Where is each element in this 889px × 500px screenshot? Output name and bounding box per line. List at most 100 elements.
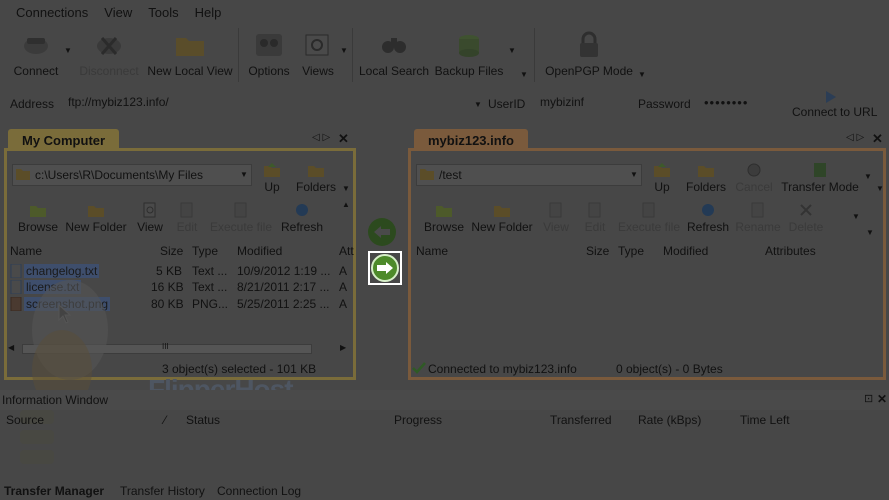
col-attr[interactable]: Att xyxy=(339,244,354,258)
right-browse-button[interactable]: Browse xyxy=(420,198,468,236)
new-local-view-button[interactable]: New Local View xyxy=(146,24,234,84)
views-icon xyxy=(302,30,334,60)
left-view-button[interactable]: View xyxy=(134,198,166,236)
path-dropdown-icon[interactable]: ▼ xyxy=(240,170,248,179)
userid-input[interactable]: mybizinf xyxy=(540,95,584,109)
col-attributes[interactable]: Attributes xyxy=(765,244,816,258)
cancel-icon xyxy=(745,162,763,178)
right-folders-button[interactable]: Folders xyxy=(682,156,730,196)
pane-nav-icon[interactable]: ◁ ▷ xyxy=(312,132,330,143)
transfer-list-header: Source ⁄ Status Progress Transferred Rat… xyxy=(0,410,889,430)
address-dropdown-icon[interactable]: ▼ xyxy=(474,100,482,110)
right-rename-button[interactable]: Rename xyxy=(734,198,782,236)
col-source[interactable]: Source xyxy=(6,413,44,427)
options-button[interactable]: Options xyxy=(244,24,294,84)
menu-view[interactable]: View xyxy=(96,5,140,20)
left-browse-button[interactable]: Browse xyxy=(14,198,62,236)
address-input[interactable]: ftp://mybiz123.info/ xyxy=(68,95,169,109)
transfer-right-button[interactable] xyxy=(371,254,399,282)
close-icon[interactable]: ✕ xyxy=(338,131,349,147)
left-toolbar-scroll-icon[interactable]: ▲ xyxy=(342,200,350,209)
disconnect-button[interactable]: Disconnect xyxy=(76,24,142,84)
menu-tools[interactable]: Tools xyxy=(140,5,186,20)
views-dropdown-icon[interactable]: ▼ xyxy=(340,46,348,56)
menu-connections[interactable]: Connections xyxy=(8,5,96,20)
right-up-button[interactable]: Up xyxy=(648,156,676,196)
right-execute-file-button[interactable]: Execute file xyxy=(616,198,682,236)
right-new-folder-button[interactable]: New Folder xyxy=(470,198,534,236)
left-folders-button[interactable]: Folders xyxy=(292,156,340,196)
close-icon-right[interactable]: ✕ xyxy=(872,131,883,147)
left-new-folder-button[interactable]: New Folder xyxy=(64,198,128,236)
arrow-right-icon xyxy=(377,262,393,274)
col-name[interactable]: Name xyxy=(10,244,42,258)
col-status[interactable]: Status xyxy=(186,413,220,427)
right-toolbar-overflow-icon[interactable]: ▼ xyxy=(866,228,874,237)
folder-icon xyxy=(16,169,30,180)
rename-icon xyxy=(749,202,767,218)
browse-icon xyxy=(29,202,47,218)
transfer-mode-dropdown-icon[interactable]: ▼ xyxy=(864,172,872,181)
information-window-titlebar: Information Window ⊡ ✕ xyxy=(0,390,889,410)
col-type[interactable]: Type xyxy=(618,244,644,258)
col-name[interactable]: Name xyxy=(416,244,448,258)
password-input[interactable]: •••••••• xyxy=(704,95,748,110)
remote-path-select[interactable]: /test xyxy=(416,164,642,186)
left-refresh-button[interactable]: Refresh xyxy=(278,198,326,236)
right-toolbar-dropdown-icon[interactable]: ▼ xyxy=(852,212,860,221)
scroll-right-icon[interactable]: ▶ xyxy=(340,343,346,352)
right-edit-button[interactable]: Edit xyxy=(580,198,610,236)
pin-icon[interactable]: ⊡ xyxy=(864,392,873,405)
close-icon-info[interactable]: ✕ xyxy=(877,392,887,406)
openpgp-mode-button[interactable]: OpenPGP Mode xyxy=(544,24,634,84)
left-execute-file-button[interactable]: Execute file xyxy=(208,198,274,236)
col-modified[interactable]: Modified xyxy=(663,244,708,258)
connect-button[interactable]: Connect xyxy=(10,24,62,84)
col-size[interactable]: Size xyxy=(586,244,609,258)
connect-to-url-button[interactable]: Connect to URL xyxy=(788,88,878,120)
views-button[interactable]: Views xyxy=(298,24,338,84)
left-overflow-icon[interactable]: ▼ xyxy=(342,184,350,193)
col-transferred[interactable]: Transferred xyxy=(550,413,612,427)
remote-path-dropdown-icon[interactable]: ▼ xyxy=(630,170,638,179)
tab-transfer-manager[interactable]: Transfer Manager xyxy=(4,484,104,498)
col-type[interactable]: Type xyxy=(192,244,218,258)
backup-files-button[interactable]: Backup Files xyxy=(434,24,504,84)
folders-icon xyxy=(307,162,325,178)
connect-dropdown-icon[interactable]: ▼ xyxy=(64,46,72,56)
left-up-button[interactable]: Up xyxy=(258,156,286,196)
tab-connection-log[interactable]: Connection Log xyxy=(217,484,301,498)
col-modified[interactable]: Modified xyxy=(237,244,282,258)
backup-dropdown-icon[interactable]: ▼ xyxy=(508,46,516,56)
toolbar-separator xyxy=(238,28,239,82)
col-time-left[interactable]: Time Left xyxy=(740,413,790,427)
col-size[interactable]: Size xyxy=(160,244,183,258)
delete-icon xyxy=(797,202,815,218)
tab-transfer-history[interactable]: Transfer History xyxy=(120,484,205,498)
local-search-button[interactable]: Local Search xyxy=(359,24,429,84)
right-refresh-button[interactable]: Refresh xyxy=(686,198,730,236)
toolbar-overflow-icon-2[interactable]: ▼ xyxy=(638,70,646,80)
userid-label: UserID xyxy=(488,97,526,111)
toolbar-overflow-icon[interactable]: ▼ xyxy=(520,70,528,80)
right-view-button[interactable]: View xyxy=(540,198,572,236)
left-list-header: Name Size Type Modified Att xyxy=(8,241,354,261)
backup-icon xyxy=(453,30,485,60)
right-overflow-icon[interactable]: ▼ xyxy=(876,184,884,193)
refresh-icon xyxy=(699,202,717,218)
binoculars-icon xyxy=(378,30,410,60)
left-edit-button[interactable]: Edit xyxy=(172,198,202,236)
edit-icon xyxy=(586,202,604,218)
transfer-mode-button[interactable]: Transfer Mode xyxy=(778,156,862,196)
flipperhost-mascot-logo xyxy=(10,260,130,490)
transfer-left-button[interactable] xyxy=(368,218,396,246)
pane-nav-icon-right[interactable]: ◁ ▷ xyxy=(846,132,864,143)
address-bar: Address ftp://mybiz123.info/ ▼ UserID my… xyxy=(0,88,889,122)
local-path-select[interactable]: c:\Users\R\Documents\My Files xyxy=(12,164,252,186)
col-rate[interactable]: Rate (kBps) xyxy=(638,413,701,427)
right-cancel-button[interactable]: Cancel xyxy=(734,156,774,196)
folder-icon xyxy=(174,30,206,60)
menu-help[interactable]: Help xyxy=(187,5,230,20)
col-progress[interactable]: Progress xyxy=(394,413,442,427)
right-delete-button[interactable]: Delete xyxy=(786,198,826,236)
